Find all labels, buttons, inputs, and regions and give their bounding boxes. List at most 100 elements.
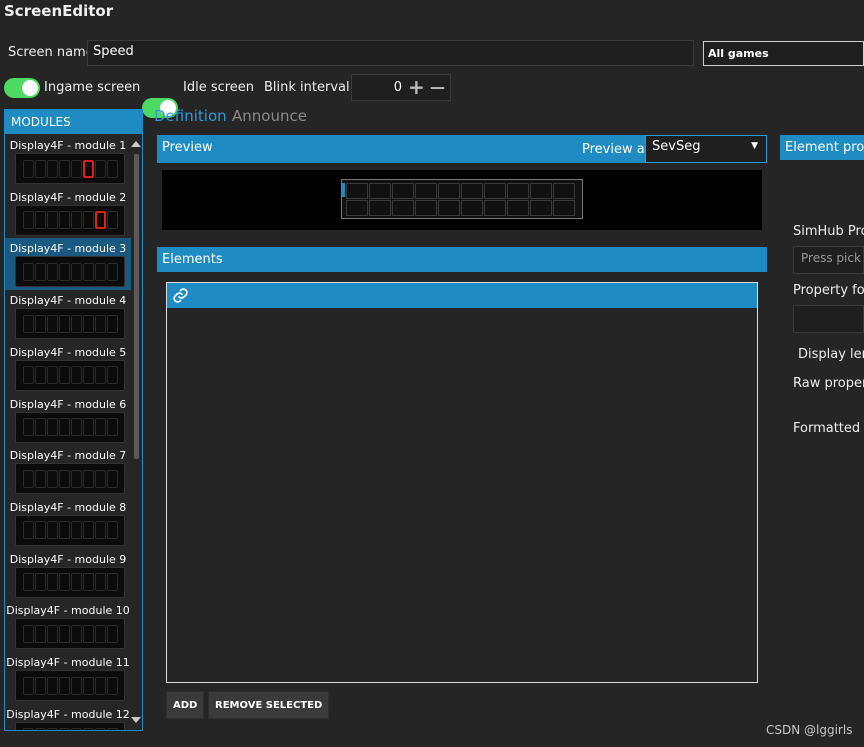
module-display	[15, 721, 125, 730]
segment-digit	[46, 366, 58, 385]
plus-icon[interactable]: +	[408, 77, 425, 97]
segment-digit	[106, 573, 118, 592]
property-format-label: Property form	[793, 283, 864, 298]
segment-digit	[82, 676, 94, 695]
segment-digit	[70, 676, 82, 695]
segment-digit	[106, 314, 118, 333]
screen-name-input[interactable]: Speed	[87, 40, 694, 66]
segment-digit	[70, 418, 82, 436]
preview-segment	[507, 199, 529, 216]
segment-digit	[58, 366, 70, 385]
segment-digit	[22, 159, 34, 178]
segment-digit	[46, 469, 58, 488]
segment-digit	[94, 211, 106, 230]
segment-digit	[82, 366, 94, 385]
tab-definition[interactable]: Definition	[154, 107, 227, 125]
module-item[interactable]: Display4F - module 2	[5, 187, 131, 239]
module-name: Display4F - module 8	[9, 500, 127, 514]
module-item[interactable]: Display4F - module 11	[5, 652, 131, 704]
segment-digit	[70, 469, 82, 488]
segment-digit	[82, 728, 94, 730]
segment-digit	[22, 676, 34, 695]
module-display	[15, 359, 125, 391]
module-item[interactable]: Display4F - module 7	[5, 445, 131, 497]
elements-list[interactable]	[166, 282, 758, 683]
scroll-thumb[interactable]	[134, 154, 139, 459]
element-properties-header: Element prope	[780, 135, 864, 160]
segment-digit	[46, 728, 58, 730]
triangle-down-icon[interactable]	[131, 716, 141, 724]
module-display	[15, 411, 125, 443]
module-item[interactable]: Display4F - module 6	[5, 394, 131, 446]
preview-segment	[415, 182, 437, 199]
preview-segment	[553, 199, 575, 216]
simhub-property-input[interactable]: Press pick to	[793, 246, 864, 274]
module-item[interactable]: Display4F - module 3	[5, 238, 131, 291]
module-item[interactable]: Display4F - module 10	[5, 600, 131, 652]
segment-digit	[58, 624, 70, 643]
segment-digit	[22, 469, 34, 488]
ingame-screen-label: Ingame screen	[44, 80, 141, 95]
module-display	[15, 308, 125, 340]
ingame-screen-toggle[interactable]	[4, 78, 40, 98]
segment-digit	[46, 159, 58, 178]
segment-digit	[22, 521, 34, 540]
module-item[interactable]: Display4F - module 12	[5, 704, 131, 730]
module-item[interactable]: Display4F - module 1	[5, 135, 131, 187]
segment-digit	[34, 418, 46, 436]
preview-as-select[interactable]: SevSeg ▼	[645, 135, 767, 163]
preview-segment	[461, 182, 483, 199]
formatted-property-label: Formatted p	[793, 421, 864, 436]
preview-display[interactable]	[341, 179, 583, 219]
segment-digit	[58, 418, 70, 436]
modules-header: MODULES	[5, 110, 142, 134]
segment-digit	[58, 314, 70, 333]
remove-selected-button[interactable]: REMOVE SELECTED	[208, 691, 330, 719]
blink-interval-stepper: 0 + —	[351, 74, 451, 101]
segment-digit	[82, 262, 94, 281]
segment-digit	[46, 624, 58, 643]
segment-digit	[94, 314, 106, 333]
segment-digit	[58, 159, 70, 178]
module-name: Display4F - module 1	[9, 139, 127, 152]
elements-title: Elements	[162, 252, 223, 267]
module-item[interactable]: Display4F - module 8	[5, 497, 131, 549]
segment-digit	[94, 262, 106, 281]
segment-digit	[34, 573, 46, 592]
segment-digit	[34, 676, 46, 695]
module-display	[15, 153, 125, 184]
module-item[interactable]: Display4F - module 9	[5, 549, 131, 601]
segment-digit	[58, 573, 70, 592]
idle-screen-label: Idle screen	[183, 80, 255, 95]
module-item[interactable]: Display4F - module 5	[5, 342, 131, 394]
link-icon[interactable]	[172, 287, 189, 304]
element-properties-title: Element prope	[785, 140, 864, 155]
segment-digit	[34, 469, 46, 488]
segment-digit	[34, 262, 46, 281]
segment-digit	[22, 418, 34, 436]
blink-interval-value[interactable]: 0	[394, 80, 402, 95]
add-button[interactable]: ADD	[166, 691, 205, 719]
module-name: Display4F - module 9	[9, 552, 127, 566]
tab-announce[interactable]: Announce	[232, 107, 307, 125]
module-name: Display4F - module 7	[9, 449, 127, 463]
games-selector[interactable]: All games	[703, 41, 864, 66]
module-scrollbar[interactable]	[131, 140, 141, 725]
preview-segment	[438, 199, 460, 216]
segment-digit	[82, 573, 94, 592]
module-display	[15, 463, 125, 495]
minus-icon[interactable]: —	[430, 77, 445, 97]
segment-digit	[22, 262, 34, 281]
segment-digit	[34, 211, 46, 230]
property-format-input[interactable]	[793, 305, 864, 333]
triangle-up-icon[interactable]	[131, 140, 141, 148]
segment-digit	[58, 469, 70, 488]
segment-digit	[106, 418, 118, 436]
module-item[interactable]: Display4F - module 4	[5, 290, 131, 342]
segment-digit	[58, 676, 70, 695]
segment-digit	[82, 211, 94, 230]
elements-list-header	[167, 283, 757, 308]
preview-cursor	[341, 183, 345, 197]
preview-as-value: SevSeg	[652, 139, 701, 154]
segment-digit	[82, 159, 94, 178]
